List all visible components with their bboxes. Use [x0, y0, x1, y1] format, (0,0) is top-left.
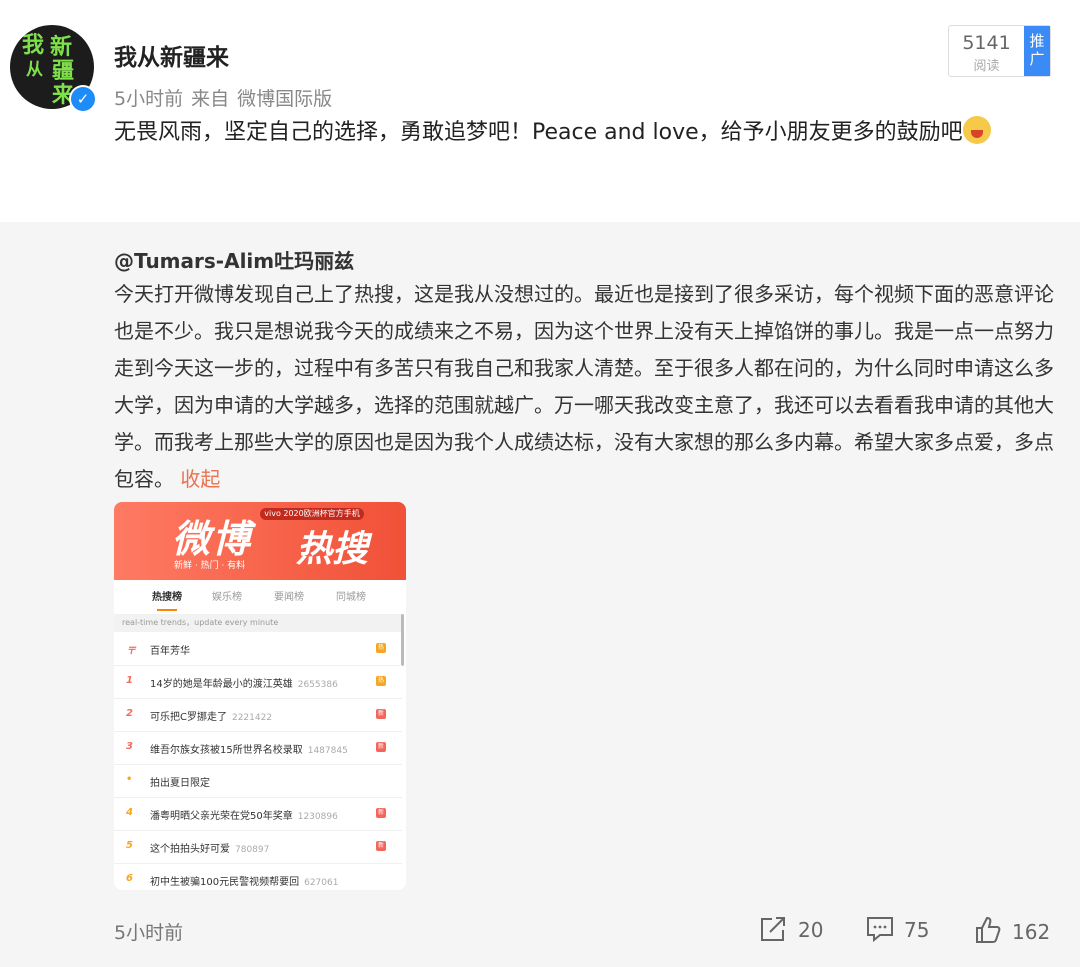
trend-count: 2655386 — [297, 680, 338, 690]
trend-title-text: 潘粤明晒父亲光荣在党50年奖章 — [150, 811, 293, 822]
like-count: 162 — [1012, 920, 1051, 944]
trend-row: 6 初中生被骗100元民警视频帮要回 627061 — [114, 863, 402, 890]
trend-title: 这个拍拍头好可爱 780897 — [150, 840, 269, 855]
trend-tag-icon: 新 — [376, 709, 386, 719]
trend-rank: 2 — [126, 708, 133, 719]
trend-title-text: 维吾尔族女孩被15所世界名校录取 — [150, 745, 303, 756]
banner-subtitle: 新鲜 · 热门 · 有料 — [174, 561, 246, 571]
trend-count: 2221422 — [231, 713, 273, 723]
trend-title-text: 百年芳华 — [150, 646, 190, 657]
post-meta: 5小时前 来自 微博国际版 — [114, 84, 340, 111]
source-body: 今天打开微博发现自己上了热搜，这是我从没想过的。最近也是接到了很多采访，每个视频… — [114, 282, 1054, 491]
trend-tag-icon: 新 — [376, 742, 386, 752]
trend-row: 5 这个拍拍头好可爱 780897 新 — [114, 830, 402, 864]
trend-header: real-time trends，update every minute — [114, 614, 402, 632]
comment-count: 75 — [904, 918, 930, 942]
trend-count: 627061 — [304, 878, 339, 888]
banner-sponsor: vivo 2020欧洲杯官方手机 — [260, 508, 364, 520]
post-time[interactable]: 5小时前 — [114, 88, 183, 110]
trend-row: 1 14岁的她是年龄最小的渡江英雄 2655386 热 — [114, 665, 402, 699]
trend-rank: 1 — [126, 675, 133, 686]
trend-count: 1230896 — [297, 812, 338, 822]
hot-search-banner: 微博 热搜 vivo 2020欧洲杯官方手机 新鲜 · 热门 · 有料 — [114, 502, 406, 580]
repost-card: @Tumars-Alim吐玛丽兹 今天打开微博发现自己上了热搜，这是我从没想过的… — [0, 222, 1080, 967]
trend-row: • 拍出夏日限定 — [114, 764, 402, 798]
avatar-char: 新 — [50, 35, 73, 60]
repost-count: 20 — [798, 918, 824, 942]
trend-rank: • — [126, 774, 133, 785]
trend-title: 可乐把C罗挪走了 2221422 — [150, 708, 272, 723]
trend-row: 4 潘粤明晒父亲光荣在党50年奖章 1230896 新 — [114, 797, 402, 831]
verified-check-icon: ✓ — [71, 87, 95, 111]
crying-face-emoji-icon — [962, 116, 991, 144]
banner-title: 微博 — [172, 517, 253, 561]
trend-title-text: 可乐把C罗挪走了 — [150, 712, 227, 723]
source-text: 今天打开微博发现自己上了热搜，这是我从没想过的。最近也是接到了很多采访，每个视频… — [114, 276, 1054, 498]
repost-icon — [761, 917, 785, 941]
comment-button[interactable]: 75 — [866, 916, 930, 943]
trend-row: 2 可乐把C罗挪走了 2221422 新 — [114, 698, 402, 732]
trend-count: 1487845 — [307, 746, 348, 756]
tab-news: 要闻榜 — [274, 592, 304, 603]
trend-row: 3 维吾尔族女孩被15所世界名校录取 1487845 新 — [114, 731, 402, 765]
read-label: 阅读 — [973, 59, 1000, 74]
trend-tag-icon: 新 — [376, 808, 386, 818]
avatar-char: 疆 — [52, 59, 75, 84]
trend-title: 14岁的她是年龄最小的渡江英雄 2655386 — [150, 675, 338, 690]
trend-title: 初中生被骗100元民警视频帮要回 627061 — [150, 873, 338, 888]
trend-tabs: 热搜榜 娱乐榜 要闻榜 同城榜 — [114, 588, 406, 614]
trend-rank: 3 — [126, 741, 133, 752]
trend-title-text: 这个拍拍头好可爱 — [150, 844, 230, 855]
trend-title-text: 拍出夏日限定 — [150, 778, 210, 789]
promote-button[interactable]: 推广 — [1024, 26, 1050, 76]
tab-hot-search: 热搜榜 — [152, 588, 182, 611]
post-body: 无畏风雨，坚定自己的选择，勇敢追梦吧！Peace and love，给予小朋友更… — [114, 120, 963, 145]
read-count-box: 5141 阅读 推广 — [948, 25, 1051, 77]
trend-tag-icon: 热 — [376, 676, 386, 686]
comment-icon — [867, 917, 893, 943]
trend-title-text: 初中生被骗100元民警视频帮要回 — [150, 877, 300, 888]
post-header-area: 我 新 从 疆 来 ✓ 我从新疆来 5小时前 来自 微博国际版 5141 阅读 推广… — [0, 0, 1080, 222]
post-text: 无畏风雨，坚定自己的选择，勇敢追梦吧！Peace and love，给予小朋友更… — [114, 114, 1044, 152]
banner-title-2: 热搜 — [296, 529, 369, 570]
trend-count: 780897 — [235, 845, 270, 855]
client-name[interactable]: 微博国际版 — [237, 88, 332, 110]
username[interactable]: 我从新疆来 — [114, 38, 229, 72]
trend-tag-icon: 热 — [376, 643, 386, 653]
trend-title: 维吾尔族女孩被15所世界名校录取 1487845 — [150, 741, 348, 756]
hot-search-screenshot[interactable]: 微博 热搜 vivo 2020欧洲杯官方手机 新鲜 · 热门 · 有料 热搜榜 … — [114, 502, 406, 890]
from-label: 来自 — [191, 88, 230, 110]
trend-rank: 〒 — [126, 646, 136, 657]
source-username[interactable]: @Tumars-Alim吐玛丽兹 — [114, 245, 354, 274]
trend-title: 拍出夏日限定 — [150, 774, 210, 789]
like-button[interactable]: 162 — [974, 916, 1050, 944]
read-count: 5141 — [962, 32, 1011, 54]
avatar-char: 从 — [26, 60, 43, 80]
repost-button[interactable]: 20 — [760, 916, 823, 942]
trend-title: 潘粤明晒父亲光荣在党50年奖章 1230896 — [150, 807, 338, 822]
tab-local: 同城榜 — [336, 592, 366, 603]
trend-rank: 5 — [126, 840, 133, 851]
repost-time[interactable]: 5小时前 — [114, 918, 183, 945]
trend-row: 〒 百年芳华 热 — [114, 632, 402, 666]
tab-entertainment: 娱乐榜 — [212, 592, 242, 603]
collapse-link[interactable]: 收起 — [180, 467, 220, 491]
verified-badge: ✓ — [69, 85, 97, 113]
trend-rank: 6 — [126, 873, 133, 884]
thumbs-up-icon — [976, 916, 1001, 943]
avatar-char: 我 — [22, 33, 45, 58]
trend-tag-icon: 新 — [376, 841, 386, 851]
trend-title-text: 14岁的她是年龄最小的渡江英雄 — [150, 679, 293, 690]
trend-title: 百年芳华 — [150, 642, 190, 657]
trend-rank: 4 — [126, 807, 133, 818]
